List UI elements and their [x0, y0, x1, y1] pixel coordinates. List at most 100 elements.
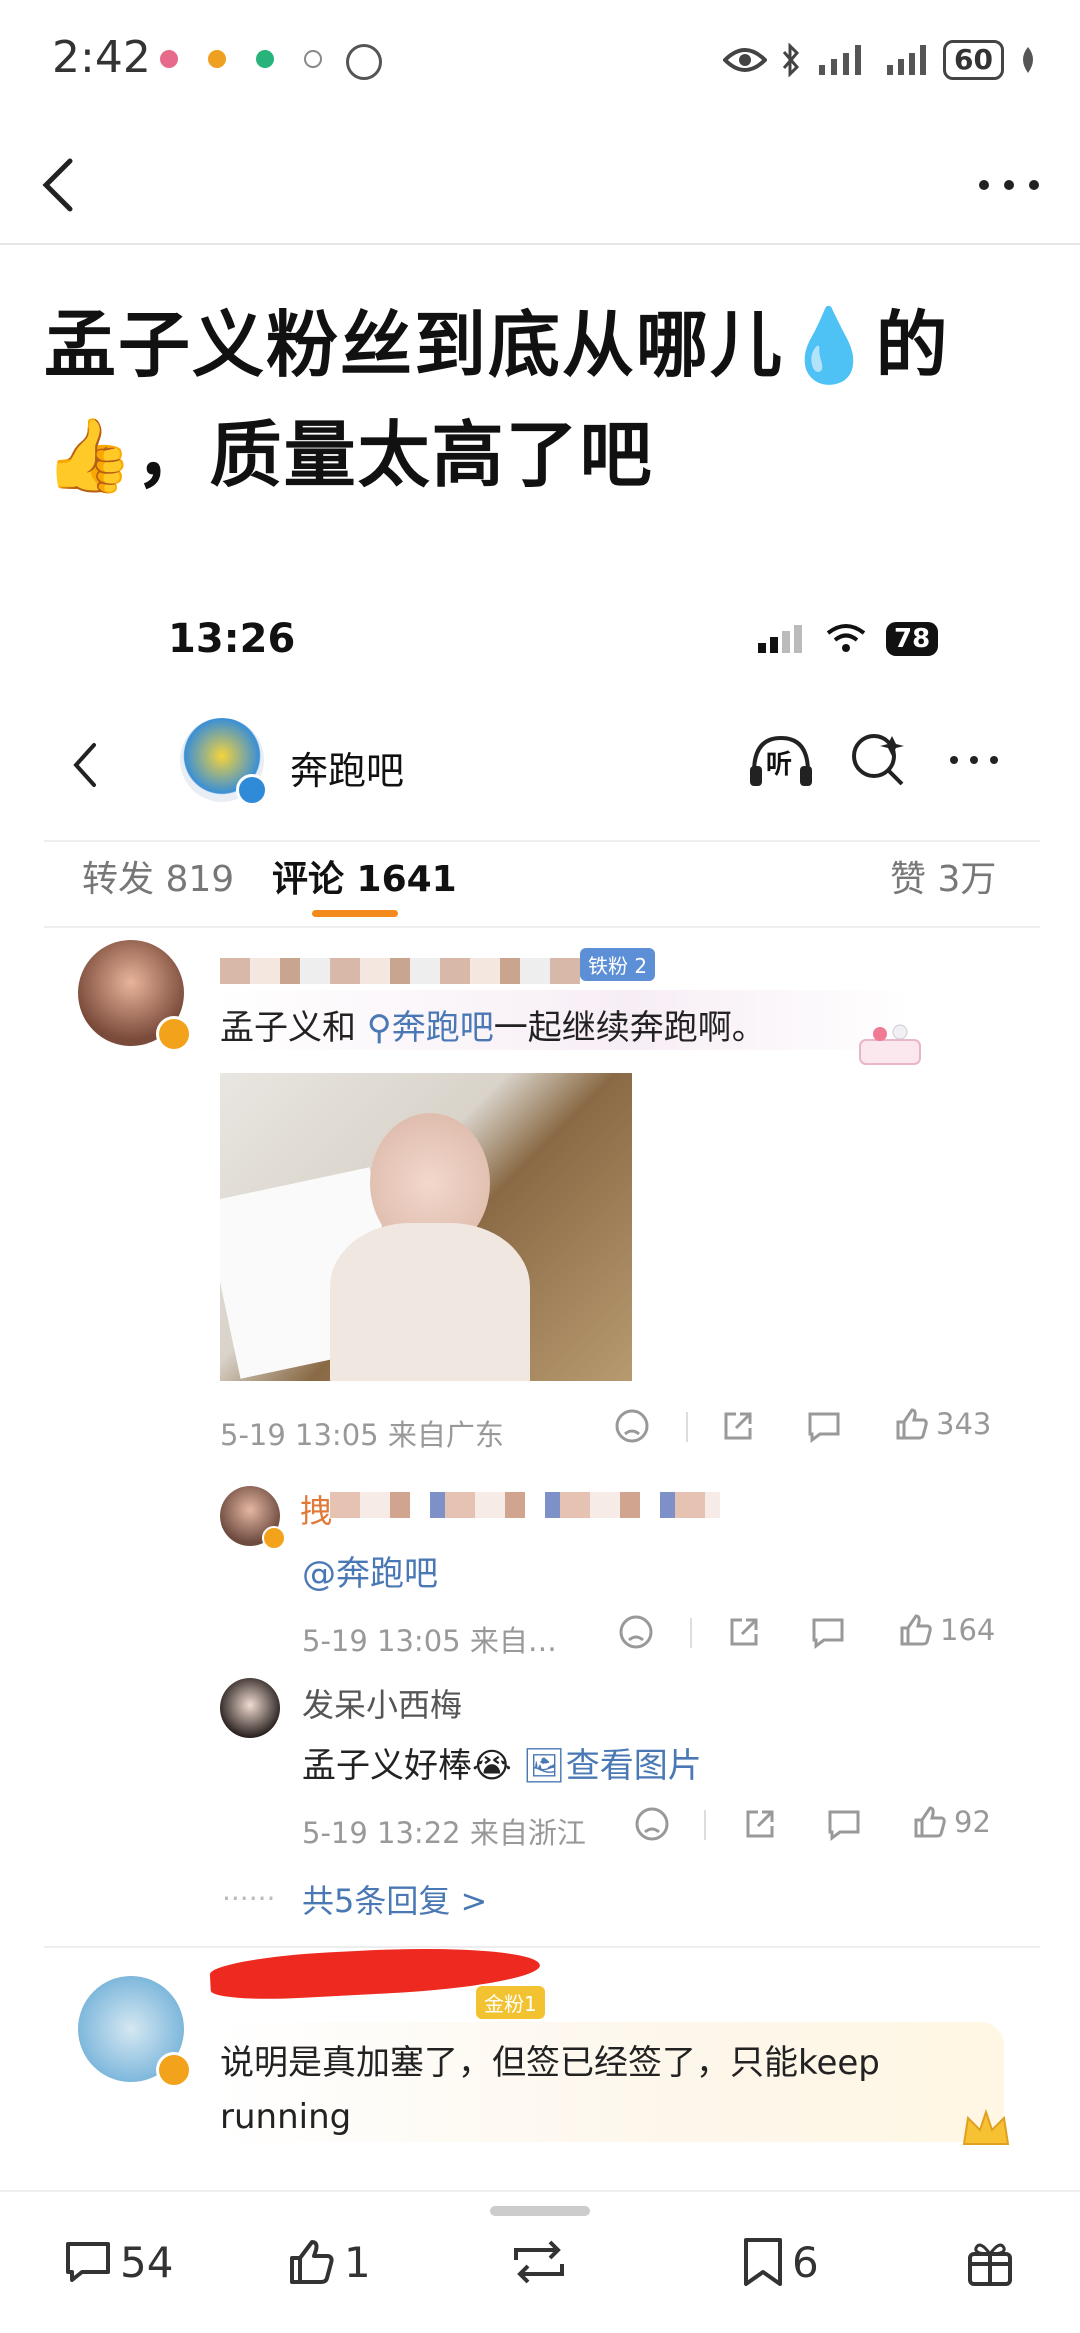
view-image-link[interactable]: 🖼查看图片: [523, 1746, 702, 1786]
sad-face-icon: [615, 1409, 649, 1443]
crown-icon: [962, 2108, 1010, 2145]
sad-face-icon: [619, 1615, 653, 1649]
reply-username[interactable]: 发呆小西梅: [302, 1680, 462, 1726]
repost-icon: [514, 2240, 564, 2284]
battery-indicator: 60: [943, 40, 1004, 80]
status-time: 2:42: [52, 32, 151, 83]
comment-text: 说明是真加塞了，但签已经签了，只能keep running: [220, 2043, 880, 2137]
tab-likes[interactable]: 赞 3万: [890, 850, 996, 902]
person-body: [330, 1223, 530, 1381]
search-icon: ⚲: [356, 1008, 392, 1048]
dislike-button[interactable]: [634, 1806, 670, 1842]
post-title: 孟子义粉丝到底从哪儿💧的👍，质量太高了吧: [44, 303, 950, 497]
data-saver-icon: [346, 44, 382, 80]
signal-icon: [758, 625, 802, 653]
comment-icon: [808, 1412, 840, 1443]
verified-icon: [156, 1016, 192, 1052]
inner-battery: 78: [886, 622, 939, 656]
like-count: 1: [344, 2237, 371, 2287]
comment-text-part: 一起继续奔跑啊。: [493, 1008, 766, 1048]
reply-username[interactable]: 拽: [300, 1486, 332, 1532]
signal-icon: [887, 45, 927, 75]
divider: [704, 1810, 706, 1840]
account-avatar[interactable]: [180, 718, 268, 806]
more-replies-link[interactable]: 共5条回复 >: [302, 1876, 487, 1922]
username-blurred: [220, 958, 580, 984]
share-button[interactable]: [726, 1614, 762, 1650]
search-icon[interactable]: [848, 730, 908, 790]
account-name[interactable]: 奔跑吧: [290, 740, 404, 795]
gift-icon: [968, 2243, 1012, 2286]
thumbs-up-icon: [896, 1408, 928, 1440]
cake-icon: [859, 1024, 921, 1065]
reply-meta: 5-19 13:05 来自…: [302, 1624, 557, 1658]
leaf-icon: [1023, 47, 1033, 73]
reply-dots: ······: [222, 1882, 276, 1915]
back-icon[interactable]: [30, 145, 90, 225]
topic-link[interactable]: 奔跑吧: [392, 1008, 494, 1048]
reply-button[interactable]: [826, 1806, 862, 1842]
divider: [686, 1412, 688, 1442]
like-count-button[interactable]: 1: [286, 2236, 371, 2288]
notification-icon: [160, 50, 178, 68]
listen-button[interactable]: 听: [746, 732, 816, 792]
comment-text-part: 孟子义和: [220, 1008, 356, 1048]
app-icon: [256, 50, 274, 68]
username-blurred: [330, 1492, 720, 1518]
dislike-button[interactable]: [614, 1408, 650, 1444]
verified-icon: [236, 774, 268, 806]
image-icon: 🖼: [522, 1746, 566, 1786]
dislike-button[interactable]: [618, 1614, 654, 1650]
more-icon[interactable]: [974, 165, 1044, 205]
share-button[interactable]: [720, 1408, 756, 1444]
comment-count-button[interactable]: 54: [62, 2236, 173, 2288]
inner-more-icon[interactable]: [944, 745, 1004, 775]
like-count: 343: [936, 1407, 992, 1441]
comment-image[interactable]: [220, 1073, 632, 1381]
bookmark-count: 6: [792, 2237, 819, 2287]
reply-meta: 5-19 13:22 来自浙江: [302, 1816, 586, 1850]
bookmark-button[interactable]: 6: [740, 2236, 819, 2288]
like-button[interactable]: 92: [912, 1804, 991, 1840]
gift-button[interactable]: [964, 2236, 1016, 2288]
inner-back-icon[interactable]: [66, 735, 106, 795]
thumbs-up-icon: [914, 1806, 946, 1838]
comment-meta: 5-19 13:05 来自广东: [220, 1418, 504, 1452]
like-count: 92: [954, 1805, 991, 1839]
tab-repost[interactable]: 转发 819: [82, 850, 234, 902]
bluetooth-icon: [782, 43, 800, 77]
share-button[interactable]: [742, 1806, 778, 1842]
reply-button[interactable]: [810, 1614, 846, 1650]
share-icon: [730, 1618, 758, 1646]
view-image-label: 查看图片: [565, 1746, 702, 1786]
tab-comments[interactable]: 评论 1641: [272, 850, 457, 902]
tab-indicator: [312, 910, 398, 917]
reply-text: 孟子义好棒😭 🖼查看图片: [302, 1738, 702, 1787]
verified-icon: [262, 1526, 286, 1550]
comment-icon: [812, 1618, 844, 1649]
reply-text[interactable]: @奔跑吧: [302, 1546, 438, 1595]
reply-avatar[interactable]: [220, 1678, 280, 1738]
listen-label: 听: [766, 750, 793, 780]
comment-count: 54: [120, 2237, 174, 2287]
inner-status-time: 13:26: [168, 616, 296, 662]
wifi-icon: [826, 624, 866, 652]
app-icon: [304, 50, 322, 68]
inner-status-right: 78: [756, 622, 939, 656]
sad-face-icon: [635, 1807, 669, 1841]
like-button[interactable]: 343: [894, 1406, 991, 1442]
signal-icon: [819, 45, 862, 75]
verified-icon: [156, 2052, 192, 2088]
reply-button[interactable]: [806, 1408, 842, 1444]
drag-handle[interactable]: [490, 2206, 590, 2216]
thumbs-up-icon: [290, 2240, 334, 2284]
thumbs-up-icon: [900, 1614, 932, 1646]
like-button[interactable]: 164: [898, 1612, 995, 1648]
eye-icon: [723, 48, 768, 72]
status-right: 60: [723, 40, 1038, 80]
reply-text-part: 孟子义好棒😭: [302, 1746, 512, 1786]
weibo-icon: [208, 50, 226, 68]
top-nav: [0, 125, 1080, 245]
like-count: 164: [940, 1613, 996, 1647]
repost-button[interactable]: [508, 2236, 570, 2288]
